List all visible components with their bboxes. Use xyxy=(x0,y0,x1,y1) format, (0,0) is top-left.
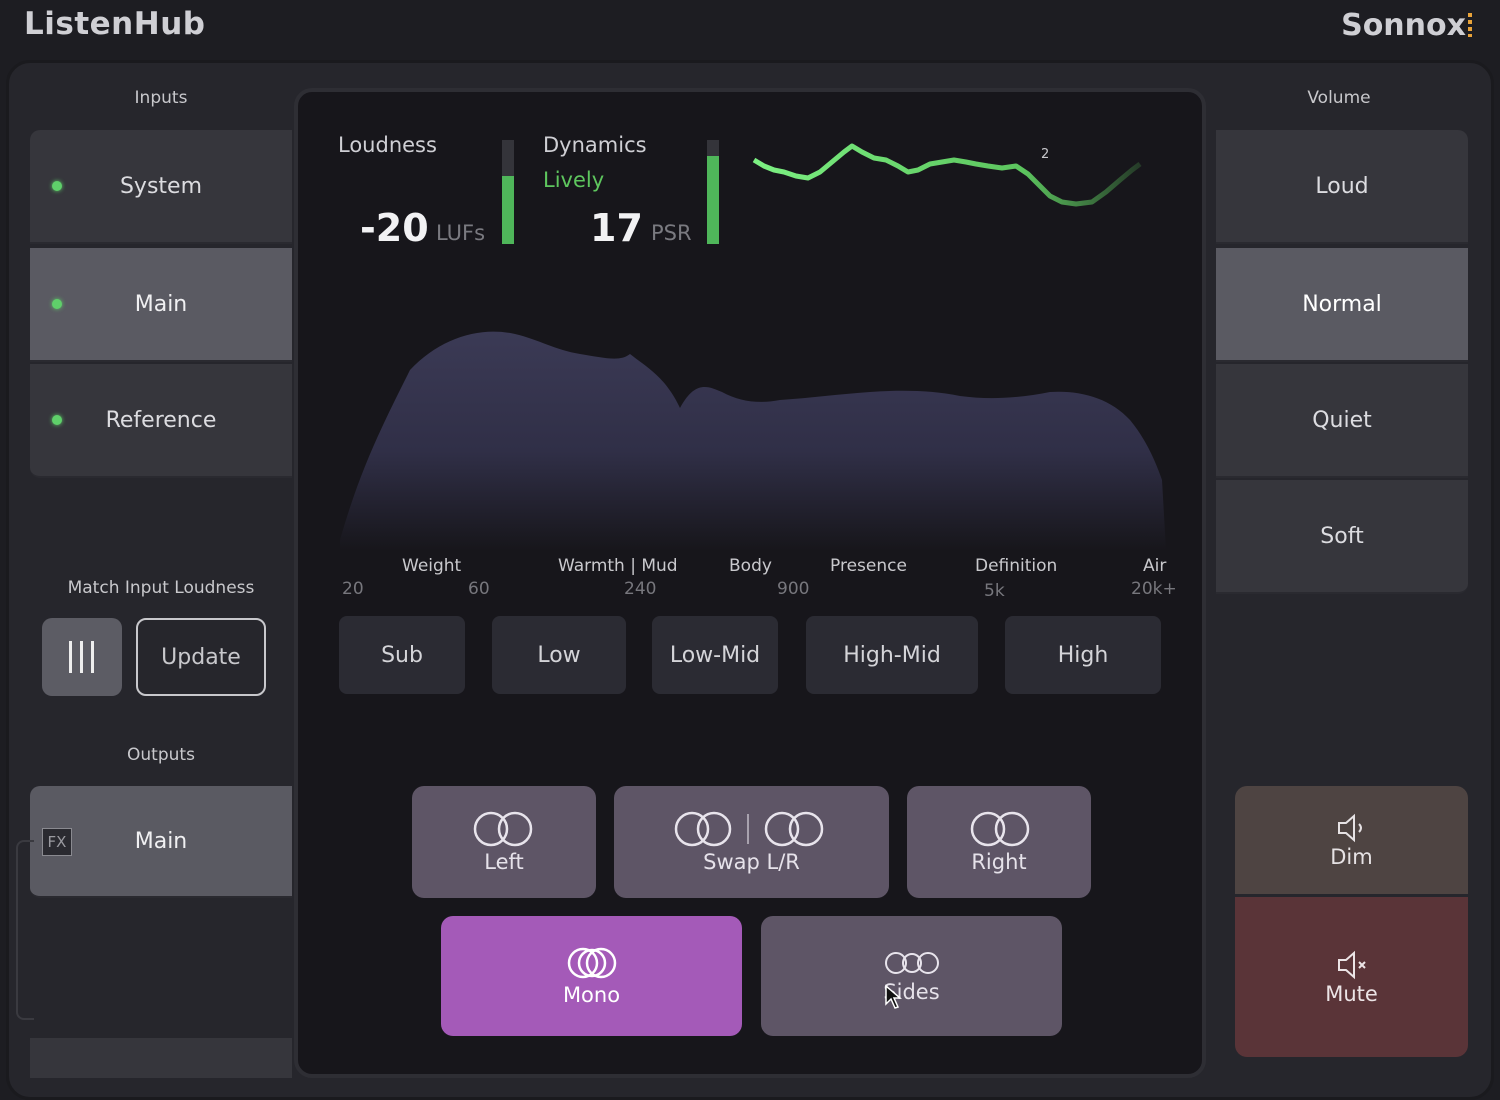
status-led-icon xyxy=(52,299,62,309)
freq-900: 900 xyxy=(777,579,810,599)
match-loudness-label: Match Input Loudness xyxy=(67,578,255,598)
volume-soft-button[interactable]: Soft xyxy=(1216,480,1468,594)
left-channel-icon xyxy=(473,811,533,847)
analysis-panel xyxy=(294,88,1206,1078)
output-slot xyxy=(30,1038,292,1078)
swap-lr-button[interactable]: Swap L/R xyxy=(614,786,889,898)
speaker-dim-icon xyxy=(1337,813,1362,843)
spectrum-label-presence: Presence xyxy=(830,556,907,576)
band-sub-button[interactable]: Sub xyxy=(339,616,465,694)
sides-icon xyxy=(884,952,939,974)
right-channel-icon xyxy=(970,811,1030,847)
input-label: Reference xyxy=(105,407,217,433)
inputs-label: Inputs xyxy=(134,88,188,108)
right-button[interactable]: Right xyxy=(907,786,1091,898)
freq-20k: 20k+ xyxy=(1131,579,1177,599)
history-marker: 2 xyxy=(1041,147,1049,162)
volume-normal-button[interactable]: Normal xyxy=(1216,248,1468,362)
fx-badge[interactable]: FX xyxy=(42,828,72,856)
dim-button[interactable]: Dim xyxy=(1235,786,1468,894)
mono-button[interactable]: Mono xyxy=(441,916,742,1036)
spectrum-label-warmth-mud: Warmth | Mud xyxy=(558,556,678,576)
spectrum-label-body: Body xyxy=(729,556,772,576)
freq-5k: 5k xyxy=(984,581,1005,601)
dynamics-meter xyxy=(707,140,719,244)
output-label: Main xyxy=(134,828,188,854)
band-low-mid-button[interactable]: Low-Mid xyxy=(652,616,778,694)
mono-label: Mono xyxy=(562,983,621,1007)
update-button[interactable]: Update xyxy=(136,618,266,696)
bars-icon xyxy=(69,641,94,673)
band-high-button[interactable]: High xyxy=(1005,616,1161,694)
loudness-value: -20 xyxy=(360,206,429,250)
volume-label: Volume xyxy=(1307,88,1371,108)
freq-60: 60 xyxy=(468,579,490,599)
loudness-unit: LUFs xyxy=(436,221,486,245)
input-label: Main xyxy=(134,291,188,317)
dynamics-unit: PSR xyxy=(651,221,692,245)
band-low-button[interactable]: Low xyxy=(492,616,626,694)
left-button[interactable]: Left xyxy=(412,786,596,898)
speaker-mute-icon xyxy=(1337,950,1366,980)
brand-logo: Sonnox xyxy=(1341,8,1472,43)
match-meter-button[interactable] xyxy=(42,618,122,696)
spectrum-label-weight: Weight xyxy=(402,556,462,576)
band-high-mid-button[interactable]: High-Mid xyxy=(806,616,978,694)
swap-channels-icon xyxy=(674,811,823,847)
output-bracket xyxy=(16,840,34,1020)
freq-20: 20 xyxy=(342,579,364,599)
brand-text: Sonnox xyxy=(1341,8,1466,43)
spectrum-display xyxy=(340,331,1166,550)
status-led-icon xyxy=(52,181,62,191)
input-label: System xyxy=(119,173,203,199)
volume-loud-button[interactable]: Loud xyxy=(1216,130,1468,244)
freq-240: 240 xyxy=(624,579,657,599)
mute-button[interactable]: Mute xyxy=(1235,897,1468,1057)
dim-label: Dim xyxy=(1330,845,1373,869)
loudness-meter xyxy=(502,140,514,244)
dynamics-meter-fill xyxy=(707,156,719,244)
mute-label: Mute xyxy=(1325,982,1378,1006)
mono-icon xyxy=(567,947,616,979)
spectrum-label-definition: Definition xyxy=(975,556,1058,576)
loudness-history-graph: 2 xyxy=(752,143,1142,207)
app-title: ListenHub xyxy=(24,6,206,42)
input-main-button[interactable]: Main xyxy=(30,248,292,362)
mouse-cursor-icon xyxy=(885,984,902,1009)
brand-dots-icon xyxy=(1468,13,1472,37)
swap-label: Swap L/R xyxy=(703,850,800,874)
dynamics-label: Dynamics xyxy=(543,133,647,157)
sides-button[interactable]: Sides xyxy=(761,916,1062,1036)
left-label: Left xyxy=(484,850,524,874)
volume-quiet-button[interactable]: Quiet xyxy=(1216,364,1468,478)
input-reference-button[interactable]: Reference xyxy=(30,364,292,478)
loudness-label: Loudness xyxy=(338,133,437,157)
spectrum-label-air: Air xyxy=(1143,556,1167,576)
dynamics-state: Lively xyxy=(543,168,605,192)
outputs-label: Outputs xyxy=(127,745,195,765)
loudness-meter-fill xyxy=(502,176,514,244)
output-main-button[interactable]: FX Main xyxy=(30,786,292,898)
status-led-icon xyxy=(52,415,62,425)
input-system-button[interactable]: System xyxy=(30,130,292,244)
right-label: Right xyxy=(971,850,1027,874)
dynamics-value: 17 xyxy=(590,206,643,250)
